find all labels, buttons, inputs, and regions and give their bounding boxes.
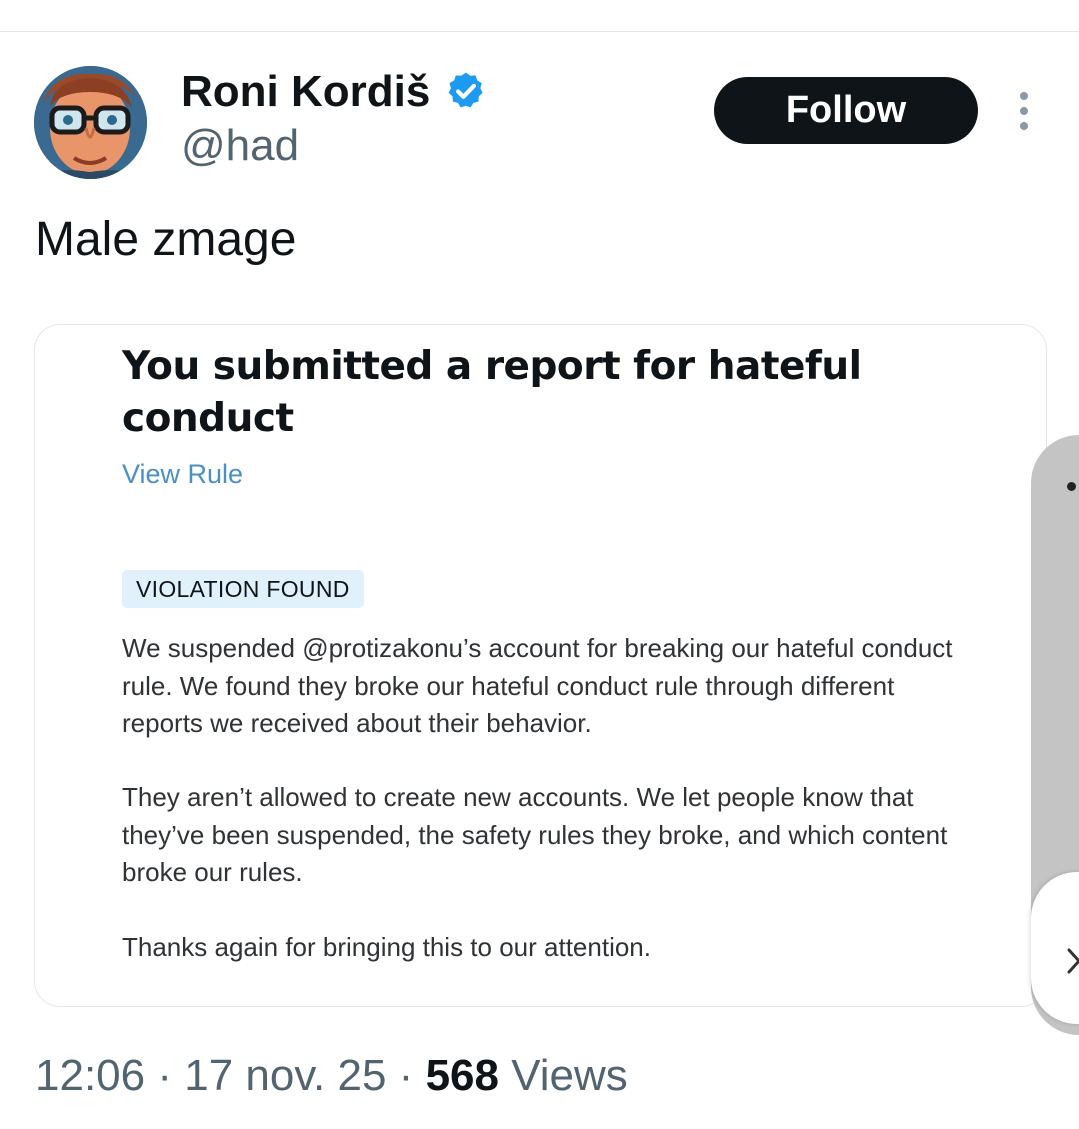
tweet-text: Male zmage — [35, 213, 297, 266]
report-paragraph-rules: They aren’t allowed to create new accoun… — [122, 782, 948, 887]
views-label[interactable]: Views — [499, 1051, 628, 1100]
meta-separator: · — [386, 1051, 426, 1100]
report-screenshot-card[interactable]: You submitted a report for hateful condu… — [34, 324, 1047, 1007]
author-name[interactable]: Roni Kordiš — [181, 66, 430, 118]
author-handle[interactable]: @had — [181, 120, 299, 172]
side-panel-dot — [1067, 482, 1076, 491]
top-divider — [0, 31, 1079, 32]
report-paragraph-suspension: We suspended @protizakonu’s account for … — [122, 633, 953, 738]
report-title: You submitted a report for hateful condu… — [122, 344, 862, 441]
view-rule-link[interactable]: View Rule — [122, 459, 243, 490]
report-paragraph-thanks: Thanks again for bringing this to our at… — [122, 932, 651, 962]
avatar-illustration — [34, 66, 147, 179]
meta-separator: · — [145, 1051, 185, 1100]
tweet-time[interactable]: 12:06 — [35, 1051, 145, 1100]
verified-badge-icon — [448, 72, 483, 108]
more-vertical-icon[interactable] — [1012, 90, 1036, 132]
tweet-meta: 12:06 · 17 nov. 25 · 568 Views — [35, 1048, 628, 1104]
avatar[interactable] — [34, 66, 147, 179]
follow-button[interactable]: Follow — [714, 77, 978, 144]
chevron-right-icon — [1067, 948, 1079, 974]
violation-badge: VIOLATION FOUND — [122, 570, 364, 608]
views-count[interactable]: 568 — [426, 1051, 499, 1100]
tweet-date[interactable]: 17 nov. 25 — [184, 1051, 386, 1100]
